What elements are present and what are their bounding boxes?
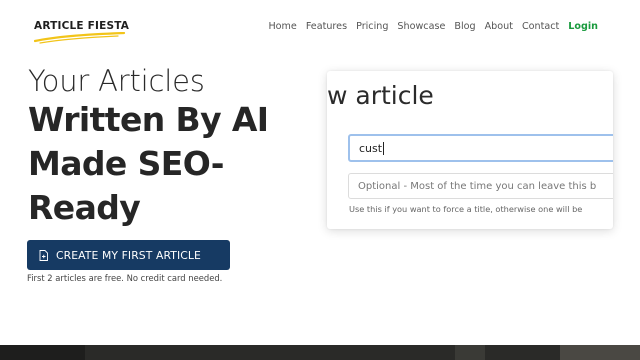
document-icon: [39, 249, 48, 261]
logo-text: ARTICLE FIESTA: [34, 20, 130, 32]
create-first-article-button[interactable]: CREATE MY FIRST ARTICLE: [27, 240, 230, 270]
title-input-value: cust: [359, 141, 383, 155]
nav-about[interactable]: About: [485, 21, 513, 32]
nav-login[interactable]: Login: [568, 21, 598, 32]
preview-title: w article: [327, 81, 434, 110]
text-caret: [383, 141, 385, 155]
nav-home[interactable]: Home: [268, 21, 296, 32]
hero-subtitle: Your Articles: [28, 64, 205, 98]
optional-title-input[interactable]: Optional - Most of the time you can leav…: [348, 173, 613, 199]
hero-headline-line2: Made SEO-: [28, 144, 224, 183]
hero-headline-line3: Ready: [28, 188, 141, 227]
title-help-text: Use this if you want to force a title, o…: [349, 204, 583, 214]
nav-features[interactable]: Features: [306, 21, 347, 32]
article-form-preview: w article cust Optional - Most of the ti…: [327, 71, 613, 229]
nav-blog[interactable]: Blog: [454, 21, 475, 32]
nav-pricing[interactable]: Pricing: [356, 21, 388, 32]
nav-contact[interactable]: Contact: [522, 21, 559, 32]
optional-title-placeholder: Optional - Most of the time you can leav…: [358, 180, 597, 192]
next-section-image: [0, 345, 640, 360]
main-nav: Home Features Pricing Showcase Blog Abou…: [268, 21, 598, 32]
hero-headline-line1: Written By AI: [28, 100, 269, 139]
nav-showcase[interactable]: Showcase: [397, 21, 445, 32]
title-input[interactable]: cust: [348, 134, 613, 162]
cta-note: First 2 articles are free. No credit car…: [27, 273, 223, 283]
cta-label: CREATE MY FIRST ARTICLE: [56, 248, 201, 262]
logo[interactable]: ARTICLE FIESTA: [34, 20, 130, 44]
logo-swoosh-icon: [34, 32, 126, 44]
